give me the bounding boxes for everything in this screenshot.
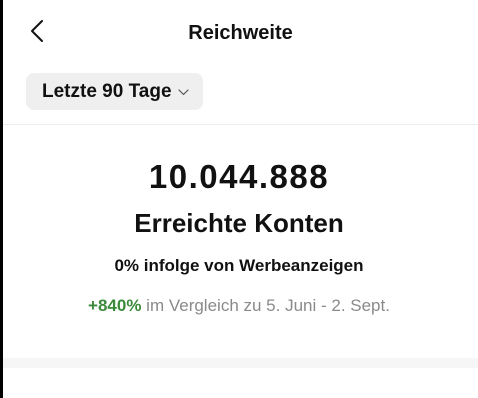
chevron-down-icon (177, 89, 189, 96)
section-separator (3, 358, 478, 368)
ads-share-text: 0% infolge von Werbeanzeigen (114, 256, 364, 275)
comparison-delta: +840% (88, 296, 142, 315)
reach-label: Erreichte Konten (134, 208, 344, 238)
comparison-period: im Vergleich zu 5. Juni - 2. Sept. (141, 296, 390, 315)
reach-value: 10.044.888 (148, 158, 330, 195)
divider (3, 124, 478, 125)
date-range-label: Letzte 90 Tage (42, 80, 172, 102)
comparison-text: +840% im Vergleich zu 5. Juni - 2. Sept. (0, 296, 478, 316)
header: Reichweite (3, 0, 478, 62)
page-title: Reichweite (188, 22, 293, 44)
date-range-dropdown[interactable]: Letzte 90 Tage (26, 73, 203, 110)
